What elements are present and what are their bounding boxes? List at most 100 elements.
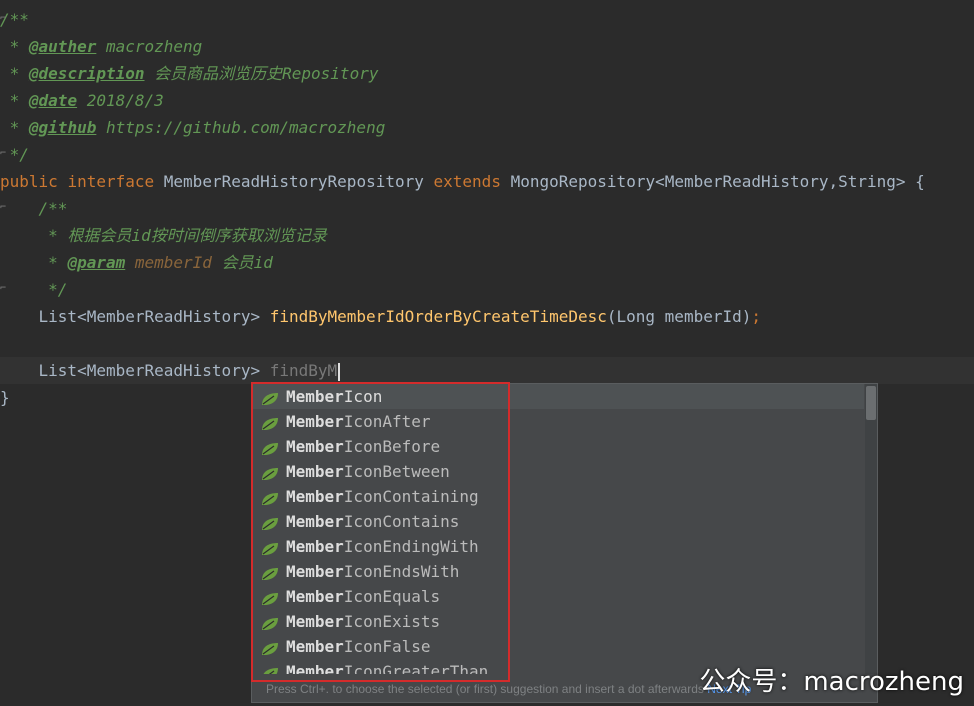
return-type: List<MemberReadHistory> [0, 361, 270, 380]
code-line: /** [0, 6, 974, 33]
doc-comment-prefix: * [0, 37, 29, 56]
spring-data-leaf-icon [260, 564, 280, 580]
hint-text: Press Ctrl+. to choose the selected (or … [266, 682, 704, 696]
doc-comment-prefix: * [0, 64, 29, 83]
code-line: * @github https://github.com/macrozheng [0, 114, 974, 141]
code-line: * @date 2018/8/3 [0, 87, 974, 114]
spring-data-leaf-icon [260, 439, 280, 455]
completion-item-match: Member [286, 387, 344, 406]
completion-list[interactable]: Member Icon Member IconAfter Member IconBefor… [252, 384, 864, 674]
completion-item-rest: Icon [343, 387, 383, 406]
completion-hint: Press Ctrl+. to choose the selected (or … [266, 682, 751, 696]
typed-method-name: findByM [269, 361, 338, 380]
code-line: * 根据会员id按时间倒序获取浏览记录 [0, 222, 974, 249]
completion-item-match: Member [286, 662, 344, 674]
code-line: /** [0, 195, 974, 222]
spring-data-leaf-icon [260, 489, 280, 505]
completion-item-rest: IconExists [343, 612, 441, 631]
return-type: List<MemberReadHistory> [0, 307, 270, 326]
completion-item[interactable]: Member IconBetween [252, 459, 864, 484]
doc-tag-date: @date [28, 91, 78, 110]
doc-author-value: macrozheng [96, 37, 203, 56]
spring-data-leaf-icon [260, 614, 280, 630]
completion-item[interactable]: Member IconExists [252, 609, 864, 634]
fold-icon[interactable]: ⌐ [0, 149, 7, 159]
code-line: public interface MemberReadHistoryReposi… [0, 168, 974, 195]
completion-item-rest: IconEquals [343, 587, 441, 606]
fold-icon[interactable]: ⌐ [0, 14, 7, 24]
code-line: * @description 会员商品浏览历史Repository [0, 60, 974, 87]
doc-comment-text: * 根据会员id按时间倒序获取浏览记录 [0, 226, 327, 245]
completion-item[interactable]: Member IconAfter [252, 409, 864, 434]
spring-data-leaf-icon [260, 514, 280, 530]
method-name: findByMemberIdOrderByCreateTimeDesc [269, 307, 607, 326]
spring-data-leaf-icon [260, 639, 280, 655]
interface-name: MemberReadHistoryRepository [163, 172, 424, 191]
completion-item-match: Member [286, 487, 344, 506]
semicolon: ; [751, 307, 762, 326]
completion-item[interactable]: Member IconBefore [252, 434, 864, 459]
completion-item[interactable]: Member Icon [252, 384, 864, 409]
completion-item-rest: IconAfter [343, 412, 431, 431]
doc-param-name: memberId [125, 253, 212, 272]
text-caret [338, 362, 341, 381]
doc-comment-prefix: * [0, 91, 29, 110]
code-line: List<MemberReadHistory> findByMemberIdOr… [0, 303, 974, 330]
code-line: * @param memberId 会员id [0, 249, 974, 276]
spring-data-leaf-icon [260, 414, 280, 430]
spring-data-leaf-icon [260, 464, 280, 480]
doc-github-value: https://github.com/macrozheng [96, 118, 386, 137]
completion-item[interactable]: Member IconEndsWith [252, 559, 864, 584]
closing-brace: } [0, 388, 10, 407]
keyword-public: public [0, 172, 58, 191]
scrollbar-thumb[interactable] [866, 386, 876, 420]
keyword-interface: interface [67, 172, 155, 191]
doc-comment-prefix: * [0, 253, 68, 272]
completion-item-rest: IconContaining [343, 487, 479, 506]
completion-item-match: Member [286, 637, 344, 656]
doc-comment-start: /** [0, 199, 68, 218]
doc-param-desc: 会员id [211, 253, 273, 272]
completion-item-rest: IconBetween [343, 462, 450, 481]
completion-item[interactable]: Member IconFalse [252, 634, 864, 659]
code-line: */ [0, 141, 974, 168]
doc-tag-github: @github [28, 118, 97, 137]
keyword-extends: extends [433, 172, 501, 191]
current-code-line[interactable]: List<MemberReadHistory> findByM [0, 357, 974, 384]
doc-comment-end: */ [0, 280, 68, 299]
completion-item-rest: IconFalse [343, 637, 431, 656]
completion-item-match: Member [286, 612, 344, 631]
completion-item-match: Member [286, 562, 344, 581]
completion-item[interactable]: Member IconEquals [252, 584, 864, 609]
spring-data-leaf-icon [260, 539, 280, 555]
completion-item-match: Member [286, 587, 344, 606]
completion-item-rest: IconBefore [343, 437, 441, 456]
code-completion-popup[interactable]: Member Icon Member IconAfter Member IconBefor… [251, 383, 878, 703]
completion-item-match: Member [286, 412, 344, 431]
doc-tag-param: @param [67, 253, 126, 272]
completion-item-rest: IconContains [343, 512, 460, 531]
code-line: * @auther macrozheng [0, 33, 974, 60]
fold-icon[interactable]: ⌐ [0, 203, 7, 213]
doc-tag-description: @description [28, 64, 145, 83]
completion-item-match: Member [286, 462, 344, 481]
completion-item[interactable]: Member IconEndingWith [252, 534, 864, 559]
completion-item[interactable]: Member IconContains [252, 509, 864, 534]
completion-item[interactable]: Member IconContaining [252, 484, 864, 509]
completion-item-match: Member [286, 512, 344, 531]
completion-item-rest: IconEndsWith [343, 562, 460, 581]
method-args: (Long memberId) [606, 307, 752, 326]
fold-icon[interactable]: ⌐ [0, 284, 7, 294]
spring-data-leaf-icon [260, 389, 280, 405]
completion-item-match: Member [286, 537, 344, 556]
spring-data-leaf-icon [260, 589, 280, 605]
super-type: MongoRepository<MemberReadHistory,String… [510, 172, 925, 191]
completion-scrollbar[interactable] [865, 384, 877, 674]
doc-date-value: 2018/8/3 [77, 91, 164, 110]
doc-description-value: 会员商品浏览历史Repository [144, 64, 379, 83]
doc-comment-prefix: * [0, 118, 29, 137]
completion-item-match: Member [286, 437, 344, 456]
completion-item-rest: IconEndingWith [343, 537, 479, 556]
doc-tag-auther: @auther [28, 37, 97, 56]
code-line: */ [0, 276, 974, 303]
